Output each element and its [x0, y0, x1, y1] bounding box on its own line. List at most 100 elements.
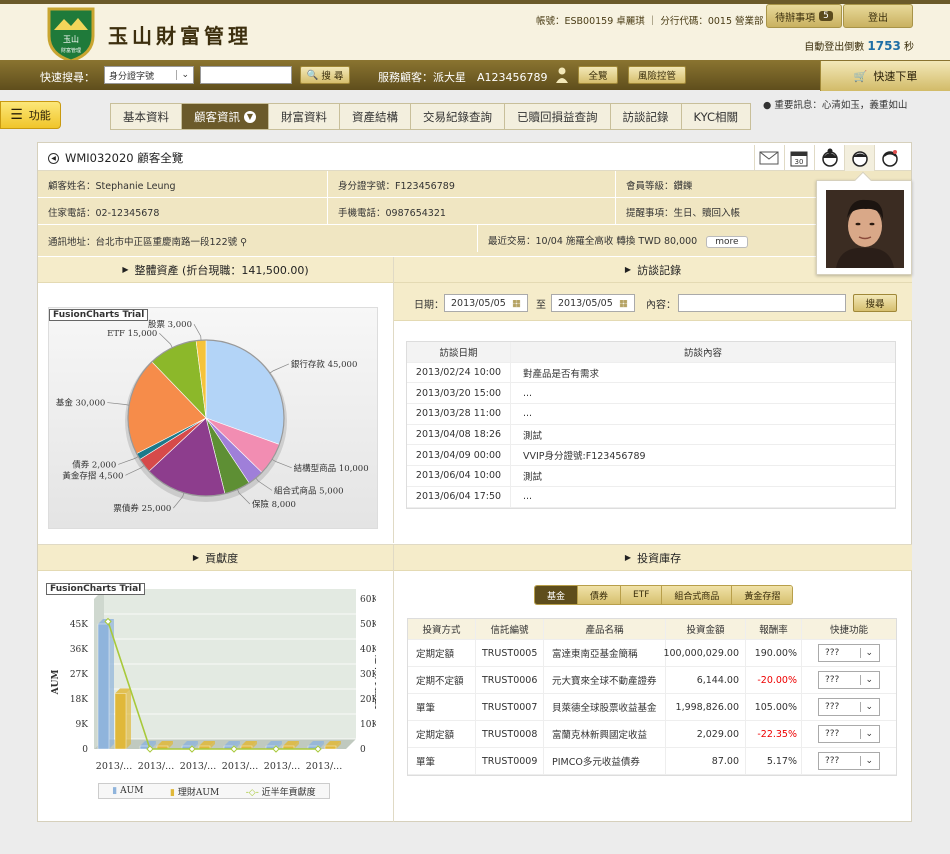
quick-action-select[interactable]: ??? ⌄ [818, 644, 880, 662]
play-icon: ▶ [624, 553, 632, 562]
card-header: ◀ WMI032020 顧客全覽 30 [38, 143, 911, 171]
visit-content: 對產品是否有需求 [523, 368, 600, 380]
table-row[interactable]: 2013/03/20 15:00... [407, 383, 895, 405]
visit-content: ... [523, 387, 533, 399]
table-row[interactable]: 2013/04/08 18:26 測試 [407, 424, 895, 446]
tab-funds[interactable]: 基金 [535, 586, 579, 604]
tab-structured[interactable]: 組合式商品 [662, 586, 733, 604]
invest-type: 定期定額 [408, 640, 476, 666]
tab-transaction-query[interactable]: 交易紀錄查詢 [411, 104, 505, 129]
visit-table: 訪談日期 訪談內容 2013/02/24 10:00 對產品是否有需求 2013/0… [406, 341, 896, 509]
client-info-grid: 顧客姓名：Stephanie Leung 身分證字號：F123456789 會員… [38, 171, 911, 257]
quick-action-select[interactable]: ??? ⌄ [818, 752, 880, 770]
tab-kyc[interactable]: KYC相關 [682, 104, 751, 129]
bar-svg: 09K18K27K36K45K010K20K30K40K50K60KAUM 近半年… [51, 589, 376, 772]
calendar-icon[interactable]: 30 [784, 145, 814, 171]
col-visit-date: 訪談日期 [407, 342, 511, 362]
quick-search-input[interactable] [200, 66, 292, 84]
return-rate: 5.17% [746, 748, 802, 774]
logout-button[interactable]: 登出 [843, 4, 913, 28]
card-title: WMI032020 顧客全覽 [65, 151, 184, 165]
pending-button[interactable]: 待辦事項 5 [766, 4, 842, 28]
product-name[interactable]: 富蘭克林新興國定收益 [544, 721, 666, 747]
x-tick-label: 2013/... [222, 761, 258, 772]
child-avatar-icon[interactable] [874, 145, 904, 171]
more-button[interactable]: more [706, 236, 748, 248]
x-tick-label: 2013/... [96, 761, 132, 772]
tab-asset-structure[interactable]: 資產結構 [340, 104, 411, 129]
bar-wealth-aum[interactable] [114, 693, 127, 750]
pie-label: 組合式商品 5,000 [274, 485, 344, 496]
table-row: 定期定額 TRUST0008 富蘭克林新興國定收益 2,029.00 -22.35%??… [408, 721, 896, 748]
product-name[interactable]: 富達東南亞基金簡稱 [544, 640, 666, 666]
tab-gold[interactable]: 黃金存摺 [732, 586, 793, 604]
y2-tick-label: 0 [360, 745, 366, 755]
y2-tick-label: 50K [360, 620, 376, 630]
search-button[interactable]: 🔍 搜 尋 [300, 66, 350, 84]
tab-client-info[interactable]: 顧客資訊 ▼ [182, 104, 269, 129]
date-to-input[interactable]: 2013/05/05 ▦ [551, 294, 635, 312]
tab-visit-records[interactable]: 訪談記錄 [611, 104, 682, 129]
visit-date: 2013/02/24 10:00 [407, 362, 511, 383]
function-menu-button[interactable]: ☰ 功能 [0, 101, 61, 129]
tab-etf[interactable]: ETF [621, 586, 663, 604]
holdings-tabs: 基金 債券 ETF 組合式商品 黃金存摺 [534, 585, 794, 605]
calendar-icon[interactable]: ▦ [619, 298, 628, 309]
bar-aum[interactable] [97, 623, 110, 750]
pie-label: 基金 30,000 [56, 398, 105, 409]
mail-icon[interactable] [754, 145, 784, 171]
holdings-table: 投資方式 信託編號 產品名稱 投資金額 報酬率 快捷功能 定期定額 TRUST00… [407, 618, 897, 776]
overview-button[interactable]: 全覽 [578, 66, 618, 84]
brand-title: 玉山財富管理 [108, 24, 252, 48]
person-icon [556, 67, 568, 83]
table-row[interactable]: 2013/02/24 10:00 對產品是否有需求 [407, 362, 895, 384]
search-type-select[interactable]: 身分證字號 ⌄ [104, 66, 194, 84]
col-trust-no: 信託編號 [476, 619, 544, 639]
date-from-input[interactable]: 2013/05/05 ▦ [444, 294, 528, 312]
visit-content: 測試 [523, 430, 543, 442]
to-label: 至 [536, 300, 546, 311]
main-tabs: 基本資料 顧客資訊 ▼ 財富資料 資產結構 交易紀錄查詢 已贖回損益查詢 訪談記錄… [110, 103, 752, 130]
recent-transaction: 最近交易：10/04 施羅全高收 轉換 TWD 80,000 [488, 236, 698, 247]
tab-wealth-data[interactable]: 財富資料 [269, 104, 340, 129]
product-name[interactable]: PIMCO多元收益債券 [544, 748, 666, 774]
invest-type: 定期定額 [408, 721, 476, 747]
collapse-icon[interactable]: ◀ [48, 152, 59, 164]
y-tick-label: 27K [70, 670, 88, 680]
visit-search-button[interactable]: 搜尋 [853, 294, 897, 312]
female-avatar-icon[interactable] [814, 145, 844, 171]
trust-no: TRUST0008 [476, 721, 544, 747]
product-name[interactable]: 貝萊德全球股票收益基金 [544, 694, 666, 720]
table-row[interactable]: 2013/06/04 17:50... [407, 486, 895, 508]
table-row[interactable]: 2013/04/09 00:00 VVIP身分證號:F123456789 [407, 445, 895, 467]
map-pin-icon[interactable]: ⚲ [240, 237, 247, 248]
calendar-icon[interactable]: ▦ [512, 298, 521, 309]
table-row[interactable]: 2013/06/04 10:00 測試 [407, 466, 895, 487]
trust-no: TRUST0009 [476, 748, 544, 774]
tab-basic-info[interactable]: 基本資料 [111, 104, 182, 129]
bar-wealth-aum[interactable] [324, 745, 337, 750]
quick-action-select[interactable]: ??? ⌄ [818, 698, 880, 716]
pie-label: 保險 8,000 [252, 499, 296, 510]
quick-order-button[interactable]: 🛒 快速下單 [820, 61, 950, 91]
male-avatar-icon[interactable] [844, 145, 874, 171]
risk-control-button[interactable]: 風險控管 [628, 66, 686, 84]
content-input[interactable] [678, 294, 846, 312]
table-row: 定期不定額 TRUST0006 元大寶來全球不動產證券 6,144.00 -20.00%… [408, 667, 896, 694]
invest-amount: 1,998,826.00 [666, 694, 746, 720]
visit-date: 2013/03/20 15:00 [407, 383, 511, 404]
quick-action-select[interactable]: ??? ⌄ [818, 671, 880, 689]
table-row[interactable]: 2013/03/28 11:00... [407, 404, 895, 425]
tab-redeemed-pnl[interactable]: 已贖回損益查詢 [505, 104, 611, 129]
quick-action-select[interactable]: ??? ⌄ [818, 725, 880, 743]
client-photo-popup [816, 171, 912, 275]
product-name[interactable]: 元大寶來全球不動產證券 [544, 667, 666, 693]
tab-bonds[interactable]: 債券 [578, 586, 622, 604]
service-client: 服務顧客：派大星 A123456789 [378, 71, 548, 84]
assets-section: ▶ 整體資產 (折台現職：141,500.00) FusionCharts Tr… [38, 257, 394, 543]
y2-tick-label: 40K [360, 645, 376, 655]
chevron-down-icon: ⌄ [860, 702, 873, 712]
chart-legend: ▮ AUM ▮ 理財AUM -◇- 近半年貢獻度 [98, 783, 330, 799]
assets-header: ▶ 整體資產 (折台現職：141,500.00) [38, 257, 393, 283]
visits-title: 訪談記錄 [637, 263, 682, 277]
